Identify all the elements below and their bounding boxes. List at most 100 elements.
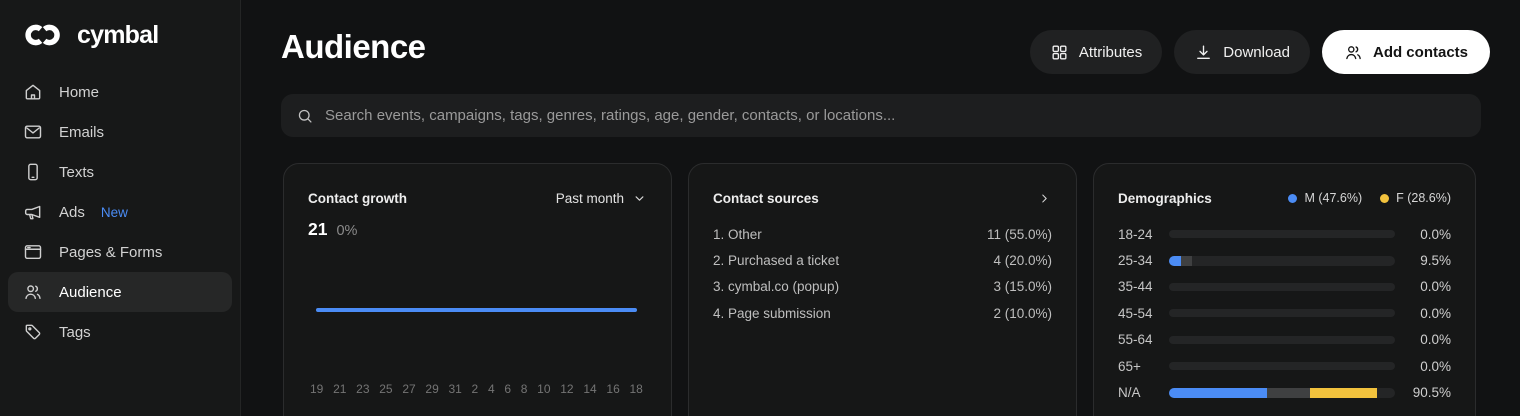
bar-segment-unknown [1267,388,1310,398]
demographics-row: 25-34 9.5% [1118,247,1451,273]
source-value: 3 (15.0%) [993,279,1052,294]
download-icon [1194,43,1213,62]
sidebar-item-audience[interactable]: Audience [8,272,232,312]
contact-sources-card: Contact sources 1. Other11 (55.0%) 2. Pur… [688,163,1077,416]
megaphone-icon [23,202,43,222]
bar-segment-unknown [1181,256,1192,266]
cards-row: Contact growth Past month 21 0% 19212325… [283,163,1476,416]
demographic-bar [1169,362,1395,370]
age-group-value: 0.0% [1395,359,1451,374]
chevron-down-icon [632,191,647,206]
source-value: 2 (10.0%) [993,306,1052,321]
demographic-bar [1169,283,1395,291]
download-button[interactable]: Download [1174,30,1310,74]
range-select[interactable]: Past month [556,191,647,206]
growth-x-axis: 1921232527293124681012141618 [310,382,643,396]
age-group-label: 25-34 [1118,253,1169,268]
growth-total: 21 [308,219,327,240]
source-value: 11 (55.0%) [987,227,1052,242]
contact-sources-list: 1. Other11 (55.0%) 2. Purchased a ticket 4… [713,221,1052,327]
sidebar-item-pages-forms[interactable]: Pages & Forms [8,232,232,272]
source-label: 3. cymbal.co (popup) [713,279,839,294]
demographics-row: 65+ 0.0% [1118,353,1451,379]
source-row: 3. cymbal.co (popup) 3 (15.0%) [713,274,1052,300]
x-axis-tick: 2 [472,382,479,396]
page-title: Audience [281,28,426,66]
growth-line-series [316,308,637,312]
age-group-value: 9.5% [1395,253,1451,268]
range-select-label: Past month [556,191,624,206]
age-group-value: 0.0% [1395,279,1451,294]
app-logo-text: cymbal [77,21,158,50]
audience-page: cymbal Home EmailsTexts Ads New Pages & Form… [0,0,1520,416]
x-axis-tick: 16 [606,382,619,396]
x-axis-tick: 29 [425,382,438,396]
x-axis-tick: 12 [560,382,573,396]
demographics-rows: 18-240.0%25-349.5%35-440.0%45-540.0%55-6… [1118,221,1451,406]
chevron-right-icon[interactable] [1037,191,1052,206]
attributes-button[interactable]: Attributes [1030,30,1162,74]
people-icon [23,282,43,302]
bar-segment-f [1310,388,1377,398]
demographics-title: Demographics [1118,191,1212,206]
x-axis-tick: 31 [448,382,461,396]
age-group-label: 65+ [1118,359,1169,374]
legend-dot-icon [1380,194,1389,203]
legend-label: F (28.6%) [1396,191,1451,205]
window-icon [23,242,43,262]
x-axis-tick: 27 [402,382,415,396]
legend-label: M (47.6%) [1304,191,1362,205]
sidebar-item-emails[interactable]: Emails [8,112,232,152]
legend-item-male: M (47.6%) [1288,191,1362,205]
bar-segment-m [1169,388,1267,398]
demographic-bar [1169,336,1395,344]
demographic-bar [1169,230,1395,238]
sidebar-item-label: Audience [59,284,122,301]
search-bar[interactable] [281,94,1481,137]
demographic-bar [1169,256,1395,266]
sidebar: cymbal Home EmailsTexts Ads New Pages & Form… [0,0,241,416]
source-row: 1. Other11 (55.0%) [713,221,1052,247]
demographics-row: 55-640.0% [1118,327,1451,353]
x-axis-tick: 23 [356,382,369,396]
sidebar-item-label: Home [59,84,99,101]
button-label: Download [1223,44,1290,61]
sidebar-item-ads[interactable]: Ads New [8,192,232,232]
x-axis-tick: 4 [488,382,495,396]
grid-icon [1050,43,1069,62]
x-axis-tick: 8 [521,382,528,396]
sidebar-item-texts[interactable]: Texts [8,152,232,192]
contact-sources-title: Contact sources [713,191,819,206]
phone-icon [23,162,43,182]
sidebar-item-label: Ads [59,204,85,221]
source-value: 4 (20.0%) [993,253,1052,268]
source-label: 4. Page submission [713,306,831,321]
cymbal-logo-icon [22,20,68,50]
source-label: 2. Purchased a ticket [713,253,839,268]
growth-summary: 21 0% [308,219,647,240]
sidebar-item-home[interactable]: Home [8,72,232,112]
demographic-bar [1169,309,1395,317]
age-group-value: 0.0% [1395,306,1451,321]
age-group-value: 0.0% [1395,332,1451,347]
demographics-row: N/A90.5% [1118,379,1451,405]
age-group-value: 0.0% [1395,227,1451,242]
growth-delta: 0% [336,223,357,239]
age-group-label: N/A [1118,385,1169,400]
new-badge: New [101,205,128,220]
contact-growth-card: Contact growth Past month 21 0% 19212325… [283,163,672,416]
contact-growth-title: Contact growth [308,191,407,206]
add-contacts-button[interactable]: Add contacts [1322,30,1490,74]
button-label: Attributes [1079,44,1142,61]
age-group-label: 18-24 [1118,227,1169,242]
search-input[interactable] [325,107,1466,124]
sidebar-nav: Home EmailsTexts Ads New Pages & Forms Audien… [0,72,240,352]
x-axis-tick: 6 [504,382,511,396]
bar-segment-m [1169,256,1181,266]
people-icon [1344,43,1363,62]
x-axis-tick: 14 [583,382,596,396]
sidebar-item-tags[interactable]: Tags [8,312,232,352]
header-actions: Attributes Download Add contacts [1030,30,1490,74]
app-logo[interactable]: cymbal [0,0,240,50]
tag-icon [23,322,43,342]
